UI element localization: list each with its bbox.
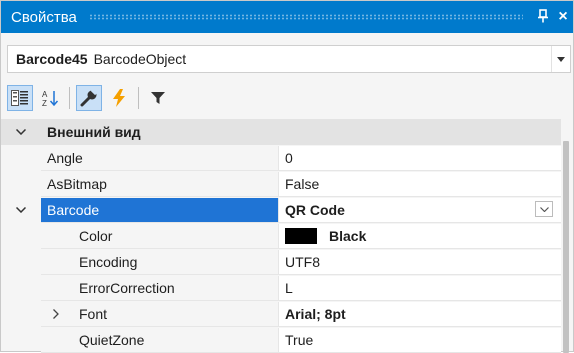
pin-button[interactable] [533, 8, 553, 26]
alphabetical-button[interactable]: A Z [37, 85, 63, 111]
categorized-icon [11, 90, 28, 106]
property-row-selected[interactable]: Barcode QR Code [1, 197, 561, 223]
property-value[interactable]: QR Code [279, 197, 561, 223]
categorized-button[interactable] [7, 85, 33, 111]
svg-text:A: A [42, 90, 48, 99]
properties-button[interactable] [76, 85, 102, 111]
property-name: Encoding [41, 249, 279, 275]
svg-text:Z: Z [42, 99, 47, 107]
property-row[interactable]: Color Black [1, 223, 561, 249]
filter-button[interactable] [145, 85, 171, 111]
toolbar-separator [69, 87, 70, 109]
pin-icon [538, 8, 548, 22]
vertical-scrollbar[interactable] [563, 141, 569, 353]
property-row[interactable]: AsBitmap False [1, 171, 561, 197]
property-grid: Внешний вид Angle 0 AsBitmap False Barco… [1, 119, 561, 353]
property-row[interactable]: Angle 0 [1, 145, 561, 171]
object-selector[interactable]: Barcode45 BarcodeObject [7, 45, 571, 73]
property-name: Color [41, 223, 279, 249]
property-name: QuietZone [41, 327, 279, 353]
sort-az-icon: A Z [42, 90, 59, 107]
property-name: Angle [41, 145, 279, 171]
property-value[interactable]: L [279, 275, 561, 301]
property-value[interactable]: True [279, 327, 561, 353]
close-icon: × [558, 8, 568, 25]
lightning-icon [113, 89, 125, 107]
property-name: Barcode [41, 197, 279, 223]
property-name: Font [41, 301, 279, 327]
chevron-down-icon [16, 207, 26, 213]
collapse-toggle[interactable] [1, 119, 41, 145]
chevron-down-icon [557, 56, 565, 62]
chevron-right-icon [53, 308, 59, 319]
toolbar: A Z [7, 81, 175, 115]
value-dropdown-button[interactable] [535, 201, 553, 217]
color-value: Black [329, 227, 367, 244]
property-value[interactable]: False [279, 171, 561, 197]
property-value[interactable]: 0 [279, 145, 561, 171]
property-row[interactable]: QuietZone True [1, 327, 561, 353]
property-name: AsBitmap [41, 171, 279, 197]
wrench-icon [80, 89, 98, 107]
property-row[interactable]: Font Arial; 8pt [1, 301, 561, 327]
properties-panel: Свойства × Barcode45 BarcodeObject A Z В… [0, 0, 574, 353]
events-button[interactable] [106, 85, 132, 111]
drag-grip[interactable] [88, 14, 523, 20]
object-type: BarcodeObject [93, 51, 187, 67]
category-label: Внешний вид [47, 124, 141, 140]
property-row[interactable]: ErrorCorrection L [1, 275, 561, 301]
chevron-down-icon [539, 206, 549, 212]
property-name: ErrorCorrection [41, 275, 279, 301]
property-row[interactable]: Encoding UTF8 [1, 249, 561, 275]
color-swatch [285, 227, 317, 244]
object-dropdown-button[interactable] [551, 46, 570, 72]
category-row[interactable]: Внешний вид [1, 119, 561, 145]
object-name: Barcode45 [16, 51, 88, 67]
panel-title: Свойства [11, 8, 77, 26]
property-value[interactable]: Arial; 8pt [279, 301, 561, 327]
chevron-down-icon [16, 129, 26, 135]
expand-toggle[interactable] [1, 197, 41, 223]
toolbar-separator [138, 87, 139, 109]
property-value[interactable]: UTF8 [279, 249, 561, 275]
title-bar: Свойства × [1, 1, 573, 33]
filter-icon [151, 92, 165, 104]
close-button[interactable]: × [553, 8, 573, 26]
property-value[interactable]: Black [279, 223, 561, 249]
expand-toggle[interactable] [53, 306, 59, 322]
